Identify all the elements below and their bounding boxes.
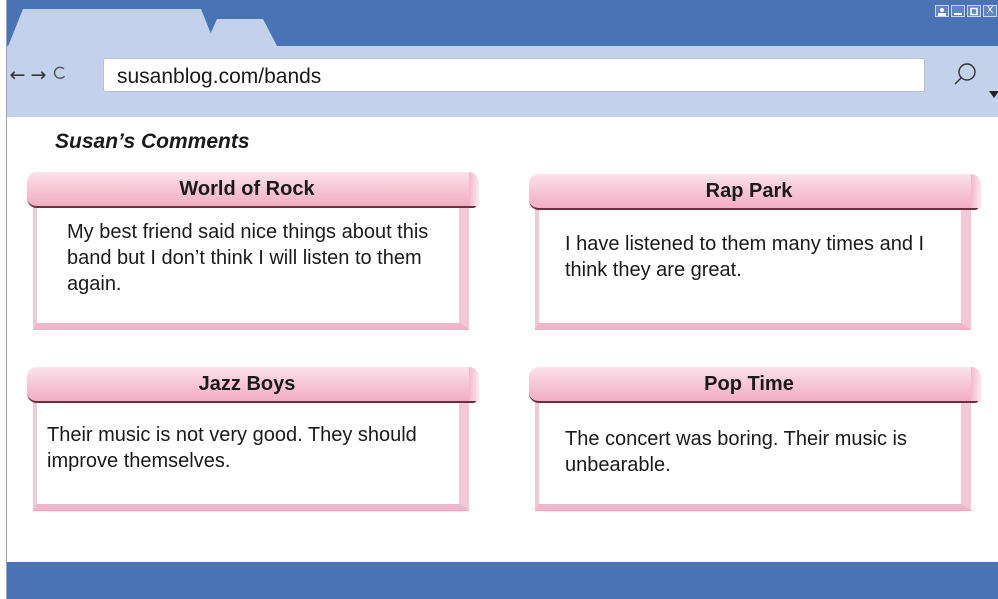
address-bar[interactable]: susanblog.com/bands: [103, 58, 925, 92]
user-icon[interactable]: [935, 5, 949, 17]
card-text: The concert was boring. Their music is u…: [565, 428, 907, 476]
card-title: Rap Park: [705, 180, 793, 202]
page-title: Susan’s Comments: [55, 130, 250, 153]
title-bar: X: [7, 0, 998, 49]
browser-toolbar: ← → susanblog.com/bands: [7, 46, 998, 117]
minimize-icon[interactable]: [951, 5, 965, 17]
status-bar: [7, 562, 998, 599]
card-title: Jazz Boys: [198, 373, 296, 395]
card-header: Pop Time: [529, 367, 981, 403]
card-body: The concert was boring. Their music is u…: [535, 394, 971, 510]
forward-icon[interactable]: →: [28, 64, 49, 86]
browser-tab-active[interactable]: [7, 9, 217, 49]
comment-card: My best friend said nice things about th…: [27, 172, 479, 332]
card-title: Pop Time: [704, 373, 794, 395]
menu-caret-icon[interactable]: [989, 86, 998, 98]
back-icon[interactable]: ←: [7, 64, 28, 86]
card-body: My best friend said nice things about th…: [33, 199, 469, 329]
card-body: Their music is not very good. They shoul…: [33, 394, 469, 510]
card-text: I have listened to them many times and I…: [565, 233, 925, 281]
comment-card: The concert was boring. Their music is u…: [529, 367, 981, 513]
card-header: Jazz Boys: [27, 367, 479, 403]
reload-icon[interactable]: [49, 64, 70, 86]
card-header: Rap Park: [529, 174, 981, 210]
nav-buttons: ← →: [7, 60, 70, 90]
browser-tab-new[interactable]: [205, 19, 277, 46]
search-icon[interactable]: [945, 58, 985, 92]
card-header: World of Rock: [27, 172, 479, 208]
browser-window: X ← → susanblog.com/bands Susan’s Commen…: [6, 0, 998, 599]
close-icon[interactable]: X: [983, 5, 997, 17]
card-title: World of Rock: [179, 178, 315, 200]
card-text: My best friend said nice things about th…: [67, 221, 429, 295]
comment-card: I have listened to them many times and I…: [529, 174, 981, 332]
comment-card: Their music is not very good. They shoul…: [27, 367, 479, 513]
card-text: Their music is not very good. They shoul…: [47, 424, 417, 472]
maximize-icon[interactable]: [967, 5, 981, 17]
card-body: I have listened to them many times and I…: [535, 201, 971, 329]
window-controls: X: [935, 5, 997, 17]
address-url[interactable]: susanblog.com/bands: [117, 65, 321, 89]
